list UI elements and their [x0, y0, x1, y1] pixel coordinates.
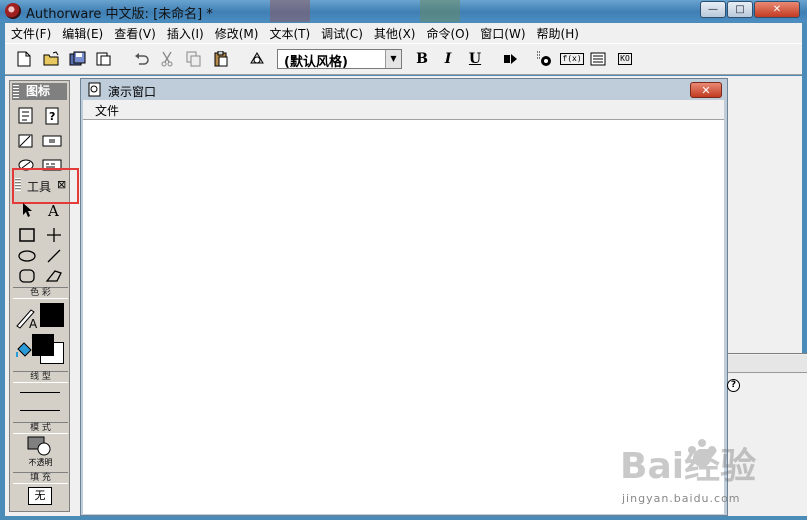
run-icon[interactable]: [502, 50, 520, 68]
icon-palette-title: 图标: [12, 83, 67, 100]
rounded-rectangle-tool[interactable]: [16, 266, 38, 286]
desktop-background: [270, 0, 310, 22]
mode-opaque-icon[interactable]: [27, 436, 53, 456]
interaction-icon[interactable]: ?: [41, 106, 62, 126]
save-all-icon[interactable]: [69, 50, 87, 68]
close-button[interactable]: ✕: [754, 1, 800, 18]
functions-label: f(x): [560, 53, 584, 65]
toolbar: (默认风格) ▼ B I U f(x) KO: [5, 43, 802, 75]
menu-view[interactable]: 查看(V): [108, 25, 161, 42]
underline-button[interactable]: U: [466, 50, 484, 68]
menu-text[interactable]: 文本(T): [263, 25, 315, 42]
line-style-thick[interactable]: [20, 410, 60, 411]
fill-section-label: 填 充: [13, 472, 68, 484]
maximize-button[interactable]: □: [727, 1, 753, 18]
svg-text:?: ?: [49, 110, 55, 123]
menu-modify[interactable]: 修改(M): [209, 25, 264, 42]
text-style-select[interactable]: (默认风格) ▼: [277, 49, 402, 70]
new-file-icon[interactable]: [15, 50, 33, 68]
polygon-tool[interactable]: [43, 266, 65, 286]
paste-icon[interactable]: [212, 50, 230, 68]
presentation-menu-bar: 文件: [83, 100, 724, 119]
menu-other[interactable]: 其他(X): [368, 25, 421, 42]
minimize-button[interactable]: —: [700, 1, 726, 18]
title-bar: Authorware 中文版: [未命名] * — □ ✕: [0, 0, 807, 22]
text-style-value: (默认风格): [284, 55, 348, 70]
straight-line-tool[interactable]: [43, 225, 65, 245]
presentation-title: 演示窗口: [108, 85, 157, 99]
desktop-background: [420, 0, 460, 22]
erase-icon[interactable]: [15, 131, 36, 151]
menu-commands[interactable]: 命令(O): [420, 25, 474, 42]
italic-button[interactable]: I: [439, 50, 457, 68]
presentation-window-icon: [88, 82, 101, 97]
knowledge-objects-label: KO: [618, 53, 632, 65]
side-panel-header: [728, 355, 807, 373]
color-section-label: 色 彩: [13, 287, 68, 299]
find-icon[interactable]: [248, 50, 266, 68]
pointer-tool[interactable]: [16, 200, 38, 220]
chevron-down-icon[interactable]: ▼: [385, 50, 401, 68]
line-color-icon[interactable]: A: [14, 305, 40, 331]
svg-text:A: A: [47, 202, 59, 218]
menu-debug[interactable]: 调试(C): [315, 25, 368, 42]
knowledge-objects-button[interactable]: KO: [616, 50, 634, 68]
svg-text:A: A: [29, 317, 38, 330]
watermark-url: jingyan.baidu.com: [622, 492, 741, 505]
mode-value: 不透明: [28, 458, 53, 467]
rectangle-tool[interactable]: [16, 225, 38, 245]
help-icon[interactable]: ?: [727, 379, 740, 392]
fill-foreground-swatch[interactable]: [32, 334, 54, 356]
menu-help[interactable]: 帮助(H): [531, 25, 584, 42]
diagonal-line-tool[interactable]: [43, 246, 65, 266]
undo-icon[interactable]: [133, 50, 151, 68]
functions-button[interactable]: f(x): [560, 50, 584, 68]
calculation-icon[interactable]: [41, 131, 62, 151]
window-title: Authorware 中文版: [未命名] *: [26, 7, 213, 22]
presentation-menu-file[interactable]: 文件: [95, 102, 119, 119]
menu-edit[interactable]: 编辑(E): [56, 25, 108, 42]
copy-icon[interactable]: [185, 50, 203, 68]
presentation-title-bar: 演示窗口: [82, 80, 725, 100]
bold-button[interactable]: B: [413, 50, 431, 68]
open-file-icon[interactable]: [43, 50, 61, 68]
variables-icon[interactable]: [589, 50, 607, 68]
text-tool[interactable]: A: [43, 200, 65, 220]
line-style-thin[interactable]: [20, 392, 60, 393]
menu-file[interactable]: 文件(F): [5, 25, 56, 42]
watermark-brand: Bai经验: [620, 446, 756, 487]
display-icon[interactable]: [15, 106, 36, 126]
highlight-box: [12, 168, 79, 204]
ellipse-tool[interactable]: [16, 246, 38, 266]
drag-handle-icon[interactable]: [13, 85, 19, 98]
control-panel-icon[interactable]: [535, 50, 553, 68]
import-icon[interactable]: [95, 50, 113, 68]
app-logo-icon: [5, 3, 21, 19]
menu-bar: 文件(F) 编辑(E) 查看(V) 插入(I) 修改(M) 文本(T) 调试(C…: [5, 23, 802, 43]
fill-value-button[interactable]: 无: [28, 487, 52, 505]
menu-window[interactable]: 窗口(W): [474, 25, 530, 42]
presentation-close-button[interactable]: ✕: [690, 82, 722, 98]
foreground-color-swatch[interactable]: [40, 303, 64, 327]
mode-section-label: 模 式: [13, 422, 68, 434]
menu-insert[interactable]: 插入(I): [161, 25, 209, 42]
line-style-section-label: 线 型: [13, 371, 68, 383]
cut-icon[interactable]: [158, 50, 176, 68]
